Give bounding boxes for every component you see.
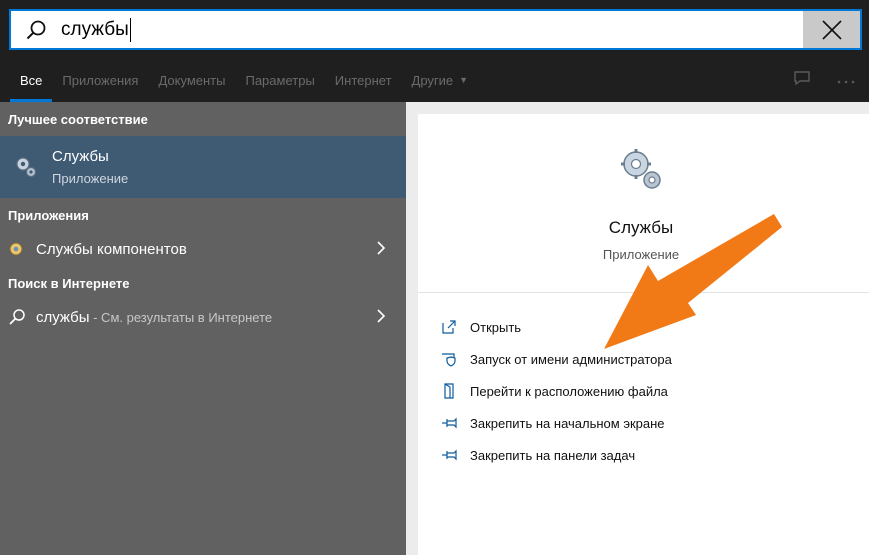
web-query: службы — [36, 308, 90, 326]
annotation-arrow — [604, 214, 782, 349]
tab-label: Документы — [158, 72, 226, 88]
search-icon — [11, 11, 61, 48]
chevron-right-icon[interactable] — [376, 309, 386, 328]
tab-more[interactable]: Другие ▼ — [402, 58, 479, 102]
best-match-subtitle: Приложение — [52, 171, 129, 186]
file-location-icon — [441, 383, 470, 399]
tab-label: Параметры — [245, 72, 315, 88]
web-search-header: Поиск в Интернете — [8, 275, 130, 291]
pin-icon — [441, 448, 470, 462]
tab-apps[interactable]: Приложения — [52, 58, 148, 102]
tab-all[interactable]: Все — [10, 58, 53, 102]
list-item-component-services[interactable]: Службы компонентов — [0, 232, 406, 266]
text-caret — [129, 17, 131, 42]
tab-label: Все — [20, 72, 43, 88]
feedback-icon[interactable] — [793, 70, 811, 91]
search-bar-area: службы — [0, 0, 869, 58]
tab-label: Другие — [411, 72, 454, 88]
apps-header: Приложения — [8, 207, 89, 223]
best-match-header: Лучшее соответствие — [8, 111, 148, 127]
web-hint: - См. результаты в Интернете — [89, 309, 273, 325]
filter-tabs-bar: Все Приложения Документы Параметры Интер… — [0, 58, 869, 102]
gears-icon — [0, 155, 52, 179]
tab-documents[interactable]: Документы — [148, 58, 235, 102]
search-input[interactable]: службы — [61, 11, 131, 48]
list-item-web-search[interactable]: службы - См. результаты в Интернете — [0, 300, 406, 334]
action-label: Закрепить на панели задач — [470, 447, 636, 463]
pin-to-taskbar-action[interactable]: Закрепить на панели задач — [418, 439, 869, 471]
action-label: Перейти к расположению файла — [470, 383, 668, 399]
chevron-right-icon[interactable] — [376, 241, 386, 260]
tab-label: Интернет — [334, 72, 392, 88]
pin-to-start-action[interactable]: Закрепить на начальном экране — [418, 407, 869, 439]
results-list: Лучшее соответствие Службы Приложение Пр… — [0, 102, 406, 555]
search-box[interactable]: службы — [9, 9, 862, 50]
open-icon — [441, 319, 470, 335]
search-query-text: службы — [61, 18, 129, 40]
result-rest: компонентов — [92, 240, 187, 258]
close-icon — [821, 19, 842, 40]
search-icon — [8, 308, 36, 326]
shield-icon — [441, 351, 470, 367]
tab-label: Приложения — [62, 72, 139, 88]
tab-web[interactable]: Интернет — [325, 58, 402, 102]
best-match-title: Службы — [52, 148, 109, 165]
component-services-icon — [8, 241, 36, 257]
action-label: Закрепить на начальном экране — [470, 415, 665, 431]
result-highlight: Службы — [36, 240, 93, 258]
best-match-item[interactable]: Службы Приложение — [0, 136, 406, 198]
clear-search-button[interactable] — [803, 11, 860, 48]
more-options-icon[interactable] — [837, 71, 855, 89]
action-label: Открыть — [470, 319, 522, 335]
gears-icon — [620, 148, 664, 197]
pin-icon — [441, 416, 470, 430]
chevron-down-icon: ▼ — [459, 75, 469, 85]
tab-settings[interactable]: Параметры — [235, 58, 324, 102]
open-file-location-action[interactable]: Перейти к расположению файла — [418, 375, 869, 407]
